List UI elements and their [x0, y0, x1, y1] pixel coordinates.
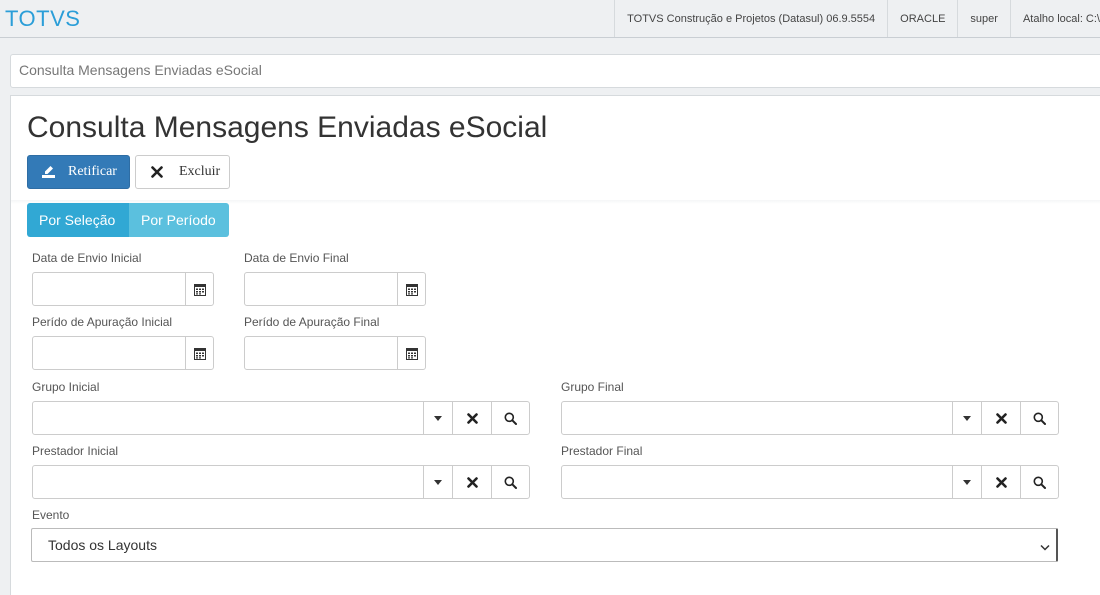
header-shortcut: Atalho local: C:\ [1009, 0, 1100, 37]
clear-icon[interactable] [452, 402, 491, 434]
prestador-inicial-input[interactable] [33, 466, 423, 498]
periodo-apuracao-inicial-field [32, 336, 214, 370]
calendar-icon[interactable] [397, 337, 425, 369]
periodo-apuracao-final-label: Perído de Apuração Final [244, 315, 380, 329]
header-user[interactable]: super [957, 0, 1010, 37]
page-title: Consulta Mensagens Enviadas eSocial [27, 111, 548, 144]
search-icon[interactable] [1020, 466, 1058, 498]
caret-down-icon[interactable] [423, 402, 452, 434]
header-info: TOTVS Construção e Projetos (Datasul) 06… [614, 0, 1100, 37]
chevron-down-icon [1040, 538, 1050, 554]
prestador-final-input[interactable] [562, 466, 952, 498]
clear-icon[interactable] [981, 402, 1020, 434]
evento-select[interactable]: Todos os Layouts [31, 528, 1058, 562]
calendar-icon[interactable] [185, 337, 213, 369]
brand-logo[interactable]: TOTVS [5, 6, 80, 32]
caret-down-icon[interactable] [952, 466, 981, 498]
prestador-final-field [561, 465, 1059, 499]
data-envio-inicial-field [32, 272, 214, 306]
grupo-inicial-field [32, 401, 530, 435]
header-product: TOTVS Construção e Projetos (Datasul) 06… [614, 0, 887, 37]
search-icon[interactable] [491, 466, 529, 498]
periodo-apuracao-final-field [244, 336, 426, 370]
periodo-apuracao-inicial-input[interactable] [33, 337, 186, 369]
prestador-inicial-label: Prestador Inicial [32, 444, 119, 458]
breadcrumb: Consulta Mensagens Enviadas eSocial [10, 54, 1100, 88]
calendar-icon[interactable] [185, 273, 213, 305]
top-header: TOTVS TOTVS Construção e Projetos (Datas… [0, 0, 1100, 38]
filter-tabs: Por Seleção Por Período [27, 203, 229, 237]
data-envio-inicial-input[interactable] [33, 273, 186, 305]
edit-icon [40, 164, 56, 180]
retificar-button[interactable]: Retificar [27, 155, 130, 189]
grupo-final-field [561, 401, 1059, 435]
periodo-apuracao-inicial-label: Perído de Apuração Inicial [32, 315, 173, 329]
periodo-apuracao-final-input[interactable] [245, 337, 398, 369]
data-envio-inicial-label: Data de Envio Inicial [32, 251, 142, 265]
grupo-inicial-input[interactable] [33, 402, 423, 434]
main-panel: Consulta Mensagens Enviadas eSocial Reti… [10, 95, 1100, 595]
close-icon [149, 164, 165, 180]
tab-por-periodo[interactable]: Por Período [129, 203, 229, 237]
header-database: ORACLE [887, 0, 957, 37]
tab-por-selecao[interactable]: Por Seleção [27, 203, 129, 237]
excluir-label: Excluir [179, 164, 221, 179]
data-envio-final-input[interactable] [245, 273, 398, 305]
search-icon[interactable] [491, 402, 529, 434]
evento-selected-value: Todos os Layouts [48, 537, 157, 553]
excluir-button[interactable]: Excluir [135, 155, 230, 189]
caret-down-icon[interactable] [952, 402, 981, 434]
clear-icon[interactable] [981, 466, 1020, 498]
evento-label: Evento [32, 508, 70, 522]
retificar-label: Retificar [68, 164, 117, 179]
grupo-final-label: Grupo Final [561, 380, 624, 394]
calendar-icon[interactable] [397, 273, 425, 305]
data-envio-final-label: Data de Envio Final [244, 251, 349, 265]
caret-down-icon[interactable] [423, 466, 452, 498]
search-icon[interactable] [1020, 402, 1058, 434]
data-envio-final-field [244, 272, 426, 306]
prestador-final-label: Prestador Final [561, 444, 643, 458]
clear-icon[interactable] [452, 466, 491, 498]
grupo-final-input[interactable] [562, 402, 952, 434]
grupo-inicial-label: Grupo Inicial [32, 380, 100, 394]
prestador-inicial-field [32, 465, 530, 499]
